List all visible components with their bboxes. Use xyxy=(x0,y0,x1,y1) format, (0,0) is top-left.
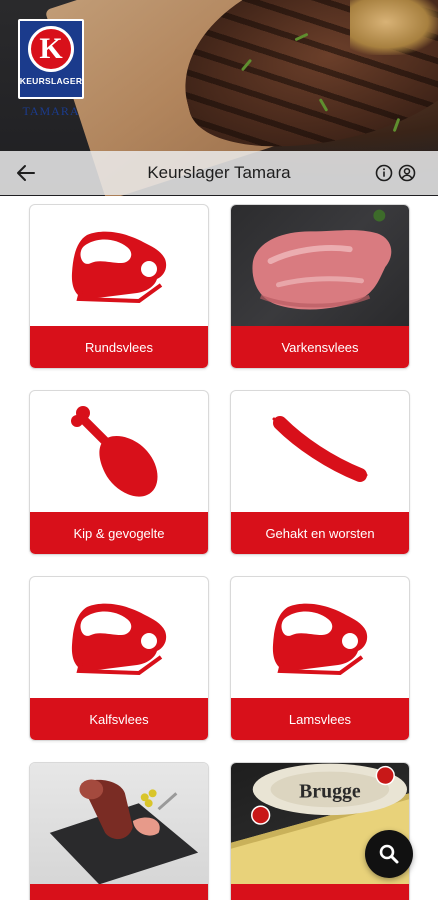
logo-subtitle: TAMARA xyxy=(22,104,80,118)
category-card-varkensvlees[interactable]: Varkensvlees xyxy=(230,204,410,369)
logo-wordmark: KEURSLAGER xyxy=(19,76,83,86)
category-label xyxy=(231,884,409,900)
category-card-kip-gevogelte[interactable]: Kip & gevogelte xyxy=(29,390,209,555)
info-icon xyxy=(375,164,393,182)
category-label: Lamsvlees xyxy=(231,698,409,740)
sausage-icon xyxy=(272,415,368,482)
category-label: Rundsvlees xyxy=(30,326,208,368)
page-title: Keurslager Tamara xyxy=(147,163,291,182)
account-button[interactable] xyxy=(397,163,417,183)
brand-logo: K KEURSLAGER xyxy=(18,19,84,99)
category-grid: Rundsvlees Varkensvlees Kip & gevogelte xyxy=(0,196,438,900)
cheese-brand-label: Brugge xyxy=(299,780,361,802)
steak-icon xyxy=(71,603,167,675)
search-button[interactable] xyxy=(365,830,413,878)
category-card-charcuterie[interactable] xyxy=(29,762,209,900)
pork-photo xyxy=(231,205,409,328)
category-card-gehakt-worsten[interactable]: Gehakt en worsten xyxy=(230,390,410,555)
category-card-rundsvlees[interactable]: Rundsvlees xyxy=(29,204,209,369)
category-label: Kip & gevogelte xyxy=(30,512,208,554)
category-card-kalfsvlees[interactable]: Kalfsvlees xyxy=(29,576,209,741)
steak-icon xyxy=(71,231,167,303)
category-label: Gehakt en worsten xyxy=(231,512,409,554)
steak-icon xyxy=(272,603,368,675)
roasted-onion xyxy=(350,0,438,55)
app-bar: Keurslager Tamara xyxy=(0,151,438,195)
logo-emblem: K xyxy=(28,26,74,72)
chicken-leg-icon xyxy=(71,405,158,497)
search-icon xyxy=(379,844,399,864)
pork-chop-image xyxy=(252,209,392,310)
category-label: Kalfsvlees xyxy=(30,698,208,740)
charcuterie-photo xyxy=(30,763,208,886)
category-label: Varkensvlees xyxy=(231,326,409,368)
account-icon xyxy=(398,164,416,182)
category-label xyxy=(30,884,208,900)
category-card-lamsvlees[interactable]: Lamsvlees xyxy=(230,576,410,741)
info-button[interactable] xyxy=(374,163,394,183)
